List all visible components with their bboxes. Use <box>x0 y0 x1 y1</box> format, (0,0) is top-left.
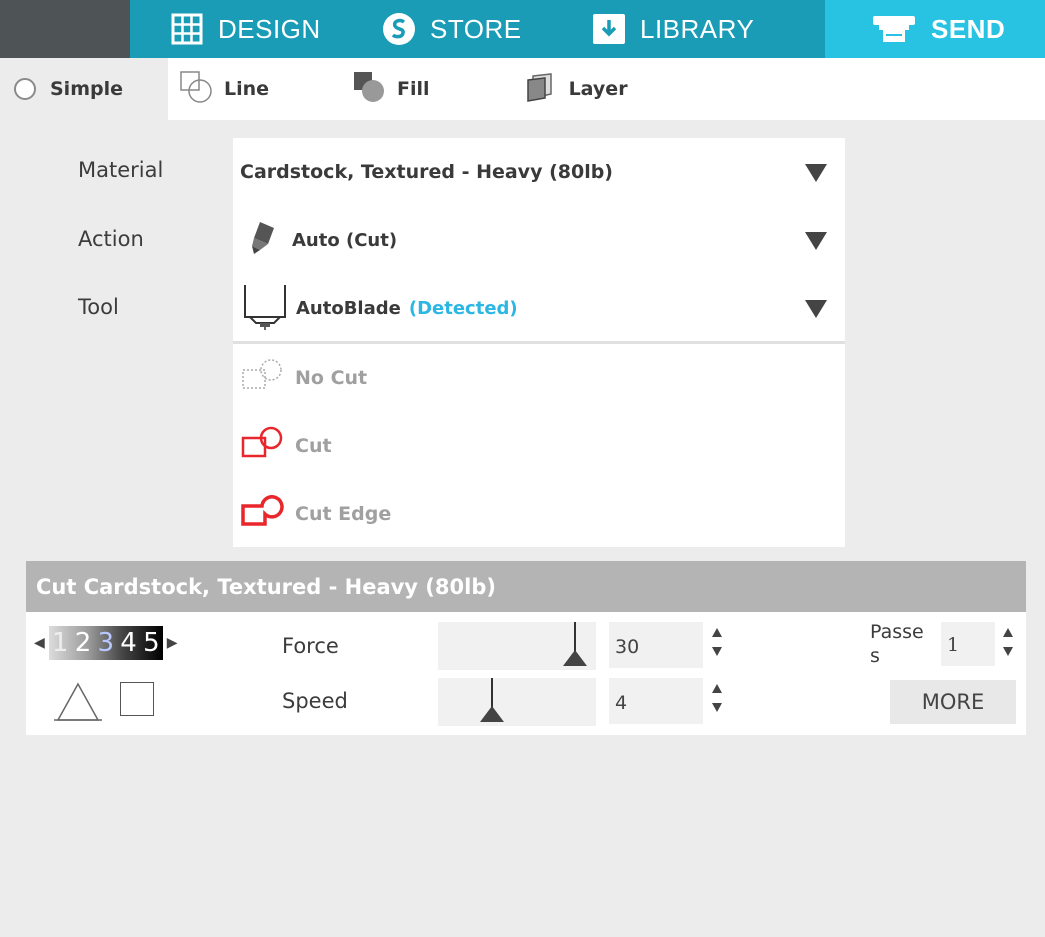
layer-mode-icon <box>525 72 555 107</box>
cut-icon <box>241 426 289 467</box>
blade-depth-digits[interactable]: 1 2 3 4 5 <box>48 626 163 660</box>
action-label: Action <box>78 227 144 251</box>
download-icon <box>592 12 626 46</box>
option-cut-edge[interactable]: Cut Edge <box>233 480 845 548</box>
store-s-icon <box>382 12 416 46</box>
speed-input[interactable]: 4 <box>609 678 703 724</box>
cut-settings-title: Cut Cardstock, Textured - Heavy (80lb) <box>26 561 1026 612</box>
force-stepper[interactable] <box>711 626 723 660</box>
force-slider[interactable] <box>438 622 596 670</box>
material-value: Cardstock, Textured - Heavy (80lb) <box>240 161 613 183</box>
tool-label: Tool <box>78 295 119 319</box>
option-no-cut[interactable]: No Cut <box>233 344 845 412</box>
arrow-right-icon[interactable]: ▶ <box>167 635 178 651</box>
tool-holder-icon <box>52 680 104 730</box>
digit: 4 <box>120 628 137 658</box>
tab-fill[interactable]: Fill <box>351 70 430 109</box>
tab-simple[interactable]: Simple <box>0 58 168 120</box>
tab-send-label: SEND <box>931 13 1006 44</box>
digit: 3 <box>97 628 115 658</box>
tab-layer-label: Layer <box>568 78 628 100</box>
tab-library[interactable]: LIBRARY <box>592 0 825 58</box>
digit: 5 <box>143 628 160 658</box>
tool-value: AutoBlade <box>296 297 401 319</box>
cut-edge-label: Cut Edge <box>295 503 392 525</box>
digit: 1 <box>51 628 69 658</box>
passes-label: Passe s <box>870 621 924 667</box>
speed-label: Speed <box>282 689 348 713</box>
passes-stepper[interactable] <box>1002 626 1014 660</box>
tab-send[interactable]: SEND <box>825 0 1045 58</box>
action-value: Auto (Cut) <box>292 229 398 251</box>
chevron-down-icon[interactable] <box>805 164 827 182</box>
tab-design[interactable]: DESIGN <box>130 0 367 58</box>
send-mode-tabs: Simple Line Fill Layer <box>0 58 1045 120</box>
tab-fill-label: Fill <box>397 78 430 100</box>
force-label: Force <box>282 634 339 658</box>
arrow-left-icon[interactable]: ◀ <box>34 635 45 651</box>
nav-spacer <box>0 0 130 58</box>
cut-label: Cut <box>295 435 332 457</box>
material-label: Material <box>78 158 164 182</box>
mode-tab-strip: Line Fill Layer <box>168 58 1045 120</box>
tab-store-label: STORE <box>430 13 522 44</box>
no-cut-label: No Cut <box>295 367 368 389</box>
tab-store[interactable]: STORE <box>367 0 592 58</box>
tab-line-label: Line <box>224 78 270 100</box>
fill-mode-icon <box>351 70 389 109</box>
chevron-down-icon[interactable] <box>805 232 827 250</box>
printer-icon <box>871 12 917 46</box>
line-mode-icon <box>178 70 216 109</box>
grid-icon <box>170 12 204 46</box>
autoblade-icon <box>242 281 288 335</box>
tool-detected-status: (Detected) <box>408 297 518 319</box>
digit: 2 <box>74 628 92 658</box>
material-select[interactable]: Cardstock, Textured - Heavy (80lb) <box>233 138 845 206</box>
tab-simple-label: Simple <box>50 78 123 100</box>
top-nav: DESIGN STORE LIBRARY SEND <box>0 0 1045 58</box>
cut-settings-box: ◀ 1 2 3 4 5 ▶ Force 30 Speed 4 Passe s 1… <box>26 612 1026 735</box>
speed-slider[interactable] <box>438 678 596 726</box>
blade-depth-selector[interactable]: ◀ 1 2 3 4 5 ▶ <box>34 626 178 660</box>
speed-stepper[interactable] <box>711 682 723 716</box>
simple-radio[interactable] <box>14 78 36 100</box>
option-cut[interactable]: Cut <box>233 412 845 480</box>
speed-slider-thumb[interactable] <box>480 706 504 722</box>
speed-slider-line <box>491 678 493 708</box>
action-select[interactable]: Auto (Cut) <box>233 206 845 274</box>
cut-edge-icon <box>241 494 289 535</box>
tab-library-label: LIBRARY <box>640 13 755 44</box>
blade-pen-icon <box>248 220 278 260</box>
cut-style-list: No Cut Cut Cut Edge <box>233 344 845 547</box>
chevron-down-icon[interactable] <box>805 300 827 318</box>
force-input[interactable]: 30 <box>609 622 703 668</box>
tool-select[interactable]: AutoBlade (Detected) <box>233 274 845 342</box>
checkbox[interactable] <box>120 682 154 716</box>
tab-design-label: DESIGN <box>218 13 321 44</box>
cut-settings-panel: Cardstock, Textured - Heavy (80lb) Auto … <box>233 138 845 342</box>
passes-input[interactable]: 1 <box>941 622 995 666</box>
tab-line[interactable]: Line <box>178 70 269 109</box>
tab-layer[interactable]: Layer <box>525 72 628 107</box>
force-slider-thumb[interactable] <box>563 650 587 666</box>
more-button[interactable]: MORE <box>890 680 1016 724</box>
no-cut-icon <box>241 358 289 399</box>
force-slider-line <box>574 622 576 652</box>
